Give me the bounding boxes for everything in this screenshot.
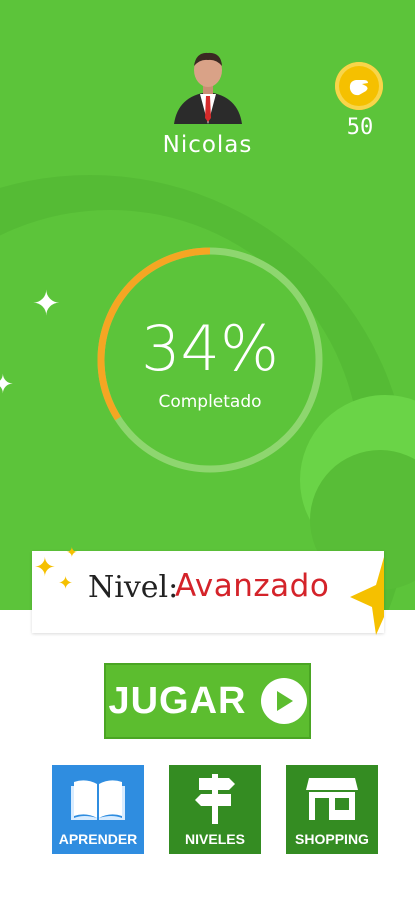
store-icon <box>286 771 378 825</box>
progress-label: Completado <box>158 392 262 412</box>
star-icon: ✦ <box>34 553 56 583</box>
shopping-button-label: SHOPPING <box>295 831 369 847</box>
sparkle-icon: ✦ <box>32 284 61 324</box>
signpost-icon <box>169 771 261 825</box>
avatar[interactable] <box>170 50 246 124</box>
level-value: Avanzado <box>175 568 330 604</box>
level-banner: ✦ ✦ ✦ Nivel: Avanzado <box>32 545 384 635</box>
learn-button[interactable]: APRENDER <box>52 765 144 854</box>
levels-button-label: NIVELES <box>185 831 245 847</box>
sparkle-icon: ✦ <box>0 370 14 400</box>
book-icon <box>52 771 144 825</box>
learn-button-label: APRENDER <box>58 831 138 847</box>
play-icon <box>260 678 307 724</box>
star-icon: ✦ <box>58 573 74 594</box>
level-label: Nivel: <box>88 570 179 605</box>
levels-button[interactable]: NIVELES <box>169 765 261 854</box>
coin-count: 50 <box>346 115 374 140</box>
progress-percent: 34% <box>141 312 279 385</box>
star-icon: ✦ <box>66 545 78 561</box>
play-button[interactable]: JUGAR <box>104 663 311 739</box>
coin-icon[interactable] <box>335 62 383 110</box>
play-button-label: JUGAR <box>108 679 247 722</box>
shopping-button[interactable]: SHOPPING <box>286 765 378 854</box>
star-icon <box>350 557 384 635</box>
